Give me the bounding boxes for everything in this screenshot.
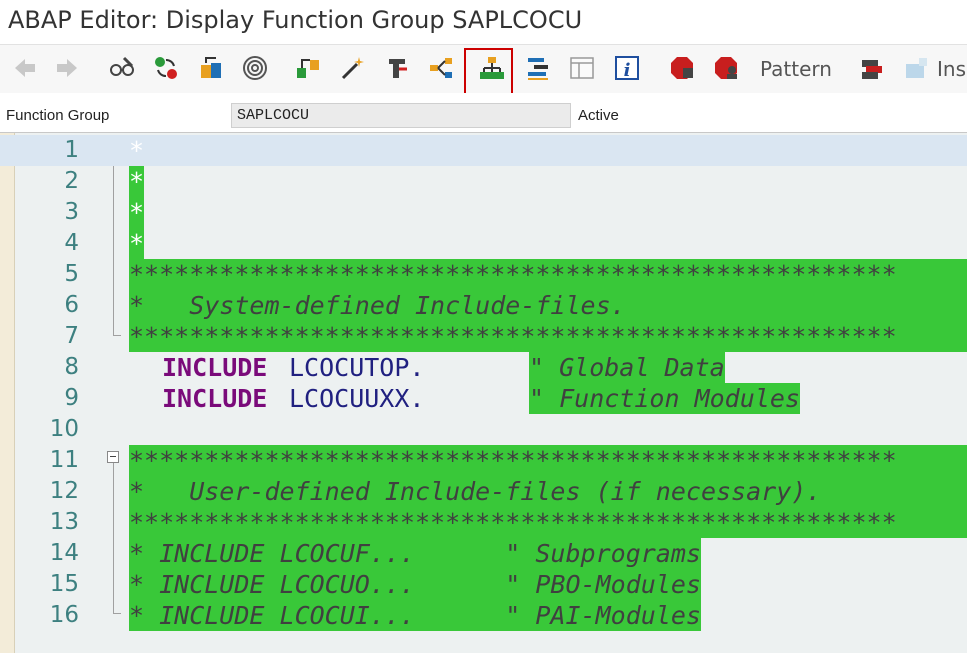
back-button[interactable] — [10, 53, 40, 83]
pattern-button[interactable]: Pattern — [760, 57, 832, 81]
code-line[interactable]: 14 * INCLUDE LCOCUF... " Subprograms — [0, 538, 967, 569]
stack-icon — [862, 60, 882, 79]
display-change-button[interactable] — [107, 53, 137, 83]
line-number: 3 — [64, 199, 79, 225]
code-line[interactable]: 15 * INCLUDE LCOCUO... " PBO-Modules — [0, 569, 967, 600]
comment-text: * INCLUDE LCOCUI... " PAI-Modules — [129, 600, 701, 631]
comment-text: * — [129, 197, 145, 228]
comment-text: ****************************************… — [129, 508, 897, 537]
other-object-icon — [201, 57, 221, 78]
test-button[interactable] — [338, 53, 368, 83]
comment-text: ****************************************… — [129, 446, 897, 475]
line-number: 8 — [64, 354, 79, 380]
line-number: 14 — [49, 540, 79, 566]
insert-icon-button[interactable] — [902, 53, 932, 83]
line-number: 7 — [64, 323, 79, 349]
code-line[interactable]: 4 * — [0, 228, 967, 259]
activate-icon — [297, 59, 319, 78]
line-number: 9 — [64, 385, 79, 411]
comment-text: * INCLUDE LCOCUF... " Subprograms — [129, 538, 701, 569]
function-group-field[interactable]: SAPLCOCU — [231, 103, 571, 128]
comment-text: * — [129, 228, 145, 259]
line-number: 16 — [49, 602, 79, 628]
keyword-include: INCLUDE — [162, 353, 268, 382]
svg-text:i: i — [624, 60, 631, 81]
breakpoint-button[interactable] — [667, 53, 697, 83]
switch-objects-icon — [155, 57, 177, 79]
comment-text: * INCLUDE LCOCUO... " PBO-Modules — [129, 569, 701, 600]
where-used-icon — [389, 59, 407, 78]
insert-icon — [906, 58, 927, 78]
external-breakpoint-button[interactable] — [711, 53, 741, 83]
comment-text: * — [129, 166, 145, 197]
keyword-include: INCLUDE — [162, 384, 268, 413]
stop-sign-icon — [671, 57, 693, 79]
navigation-window-button[interactable] — [426, 53, 456, 83]
code-line[interactable]: 12 * User-defined Include-files (if nece… — [0, 476, 967, 507]
comment-text: ****************************************… — [129, 322, 897, 351]
code-line[interactable]: 9 INCLUDE LCOCUUXX. " Function Modules — [0, 383, 967, 414]
code-line[interactable]: 2 * — [0, 166, 967, 197]
window-title: ABAP Editor: Display Function Group SAPL… — [8, 6, 583, 34]
code-line[interactable]: 11 *************************************… — [0, 445, 967, 476]
code-line[interactable]: 10 — [0, 414, 967, 445]
highlight-box — [464, 48, 513, 98]
status-text: Active — [578, 107, 619, 124]
line-number: 6 — [64, 292, 79, 318]
line-number: 13 — [49, 509, 79, 535]
arrow-left-icon — [15, 59, 35, 77]
code-line[interactable]: 3 * — [0, 197, 967, 228]
code-editor[interactable]: 1 * 2 * 3 * 4 * 5 **********************… — [0, 133, 967, 653]
inline-comment: " Function Modules — [529, 383, 800, 414]
display-object-list-button[interactable] — [567, 53, 597, 83]
pretty-printer-icon — [528, 58, 548, 80]
line-number: 12 — [49, 478, 79, 504]
line-number: 5 — [64, 261, 79, 287]
application-toolbar: i Pattern Ins — [0, 44, 967, 98]
code-line[interactable]: 13 *************************************… — [0, 507, 967, 538]
line-number: 4 — [64, 230, 79, 256]
spiral-icon — [243, 56, 267, 80]
function-group-label: Function Group — [6, 107, 110, 124]
info-button[interactable]: i — [612, 53, 642, 83]
line-number: 2 — [64, 168, 79, 194]
other-object-button[interactable] — [196, 53, 226, 83]
info-icon: i — [615, 56, 639, 81]
code-line[interactable]: 1 * — [0, 135, 967, 166]
title-bar: ABAP Editor: Display Function Group SAPL… — [0, 0, 967, 44]
stop-sign-user-icon — [715, 57, 737, 79]
forward-button[interactable] — [52, 53, 82, 83]
code-line[interactable]: 16 * INCLUDE LCOCUI... " PAI-Modules — [0, 600, 967, 631]
navigation-icon — [430, 58, 452, 78]
line-number: 1 — [64, 137, 79, 163]
comment-text: * — [129, 136, 145, 165]
code-line[interactable]: 5 **************************************… — [0, 259, 967, 290]
comment-text: * User-defined Include-files (if necessa… — [129, 477, 822, 506]
code-line[interactable]: 6 * System-defined Include-files. — [0, 290, 967, 321]
activate-button[interactable] — [293, 53, 323, 83]
inline-comment: " Global Data — [529, 352, 725, 383]
comment-text: * System-defined Include-files. — [129, 291, 626, 320]
where-used-button[interactable] — [382, 53, 412, 83]
magic-wand-icon — [341, 57, 364, 80]
pretty-printer-button[interactable] — [523, 53, 553, 83]
line-number: 11 — [49, 447, 79, 473]
glasses-pencil-icon — [110, 56, 134, 76]
window-icon — [570, 57, 594, 79]
pretty-print-button[interactable] — [857, 53, 887, 83]
function-group-header: Function Group SAPLCOCU Active — [0, 93, 967, 133]
check-button[interactable] — [240, 53, 270, 83]
active-inactive-button[interactable] — [151, 53, 181, 83]
code-line[interactable]: 7 **************************************… — [0, 321, 967, 352]
line-number: 15 — [49, 571, 79, 597]
include-name: LCOCUTOP. — [289, 353, 425, 382]
comment-text: ****************************************… — [129, 260, 897, 289]
include-name: LCOCUUXX. — [289, 384, 425, 413]
arrow-right-icon — [57, 59, 77, 77]
code-line[interactable]: 8 INCLUDE LCOCUTOP. " Global Data — [0, 352, 967, 383]
insert-button[interactable]: Ins — [937, 57, 966, 81]
line-number: 10 — [49, 416, 79, 442]
